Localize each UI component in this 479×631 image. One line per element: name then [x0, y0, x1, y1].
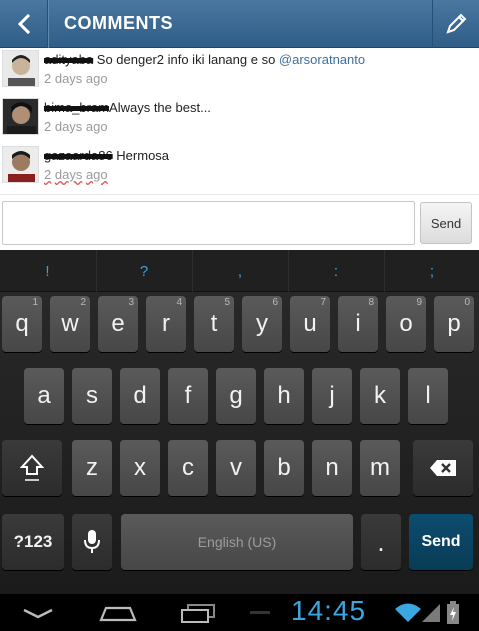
- chevron-left-icon: [17, 13, 30, 35]
- comment-text: Always the best...: [109, 100, 211, 115]
- cell-signal-icon: [420, 594, 442, 631]
- home-icon: [99, 606, 137, 621]
- key-f[interactable]: f: [168, 368, 208, 424]
- hide-keyboard-button[interactable]: [14, 594, 62, 631]
- soft-keyboard: ! ? , : ; q1 w2 e3 r4 t5 y6 u7 i8 o9 p0 …: [0, 250, 479, 594]
- suggestion-item[interactable]: !: [0, 250, 95, 292]
- key-a[interactable]: a: [24, 368, 64, 424]
- suggestion-strip: ! ? , : ;: [0, 250, 479, 292]
- key-g[interactable]: g: [216, 368, 256, 424]
- chevron-down-icon: [23, 608, 53, 618]
- backspace-key[interactable]: [413, 440, 473, 496]
- comment-text-line: bima_bramAlways the best...: [44, 100, 211, 115]
- recent-apps-button[interactable]: [174, 594, 222, 631]
- timestamp-number: 2: [44, 167, 52, 182]
- key-k[interactable]: k: [360, 368, 400, 424]
- suggestion-item[interactable]: ,: [192, 250, 287, 292]
- comment-text-line: adityaba So denger2 info iki lanang e so…: [44, 52, 365, 67]
- key-c[interactable]: c: [168, 440, 208, 496]
- comment-username[interactable]: bima_bram: [44, 100, 109, 115]
- page-title: COMMENTS: [64, 13, 173, 33]
- action-bar: COMMENTS: [0, 0, 479, 48]
- system-nav-bar: 14:45: [0, 594, 479, 631]
- key-q[interactable]: q1: [2, 296, 42, 352]
- keyboard-send-key[interactable]: Send: [409, 514, 473, 570]
- status-clock: 14:45: [291, 595, 367, 626]
- key-e[interactable]: e3: [98, 296, 138, 352]
- wifi-icon: [393, 594, 423, 631]
- comment-item: gazaarda86 Hermosa 2 days ago: [0, 144, 479, 192]
- send-button[interactable]: Send: [420, 202, 472, 244]
- back-button[interactable]: [0, 0, 49, 48]
- comment-username[interactable]: gazaarda86: [44, 148, 113, 163]
- suggestion-item[interactable]: ?: [96, 250, 191, 292]
- comment-text-line: gazaarda86 Hermosa: [44, 148, 169, 163]
- comment-item: adityaba So denger2 info iki lanang e so…: [0, 48, 479, 96]
- suggestion-item[interactable]: :: [288, 250, 383, 292]
- recent-apps-icon: [181, 603, 215, 623]
- timestamp-suffix: ago: [85, 167, 108, 182]
- key-r[interactable]: r4: [146, 296, 186, 352]
- symbols-key[interactable]: ?123: [2, 514, 64, 570]
- key-x[interactable]: x: [120, 440, 160, 496]
- avatar[interactable]: [2, 98, 39, 135]
- avatar[interactable]: [2, 50, 39, 87]
- key-b[interactable]: b: [264, 440, 304, 496]
- key-l[interactable]: l: [408, 368, 448, 424]
- comment-text: So denger2 info iki lanang e so: [96, 52, 276, 67]
- suggestion-item[interactable]: ;: [384, 250, 479, 292]
- shift-key[interactable]: [2, 440, 62, 496]
- notification-indicator-icon: [248, 594, 272, 631]
- comment-username[interactable]: adityaba: [44, 52, 93, 67]
- space-key[interactable]: English (US): [121, 514, 353, 570]
- comment-timestamp: 2 days ago: [44, 71, 108, 86]
- key-y[interactable]: y6: [242, 296, 282, 352]
- comment-text: Hermosa: [116, 148, 170, 163]
- timestamp-unit: days: [54, 167, 83, 182]
- key-o[interactable]: o9: [386, 296, 426, 352]
- key-t[interactable]: t5: [194, 296, 234, 352]
- key-i[interactable]: i8: [338, 296, 378, 352]
- pencil-icon: [446, 13, 467, 34]
- comment-input[interactable]: [2, 201, 415, 245]
- key-w[interactable]: w2: [50, 296, 90, 352]
- key-s[interactable]: s: [72, 368, 112, 424]
- key-p[interactable]: p0: [434, 296, 474, 352]
- comment-item: bima_bramAlways the best... 2 days ago: [0, 96, 479, 144]
- key-h[interactable]: h: [264, 368, 304, 424]
- key-d[interactable]: d: [120, 368, 160, 424]
- avatar[interactable]: [2, 146, 39, 183]
- key-n[interactable]: n: [312, 440, 352, 496]
- battery-charging-icon: [443, 594, 463, 631]
- key-j[interactable]: j: [312, 368, 352, 424]
- comment-timestamp: 2 days ago: [44, 167, 108, 182]
- period-key[interactable]: .: [361, 514, 401, 570]
- edit-button[interactable]: [432, 0, 479, 48]
- key-m[interactable]: m: [360, 440, 400, 496]
- comment-mention[interactable]: @arsoratnanto: [279, 52, 365, 67]
- backspace-icon: [430, 460, 456, 476]
- key-z[interactable]: z: [72, 440, 112, 496]
- microphone-icon: [84, 530, 100, 553]
- voice-input-key[interactable]: [72, 514, 112, 570]
- comment-composer: Send: [0, 194, 479, 250]
- comment-timestamp: 2 days ago: [44, 119, 108, 134]
- key-u[interactable]: u7: [290, 296, 330, 352]
- shift-icon: [19, 454, 45, 481]
- home-button[interactable]: [94, 594, 142, 631]
- key-v[interactable]: v: [216, 440, 256, 496]
